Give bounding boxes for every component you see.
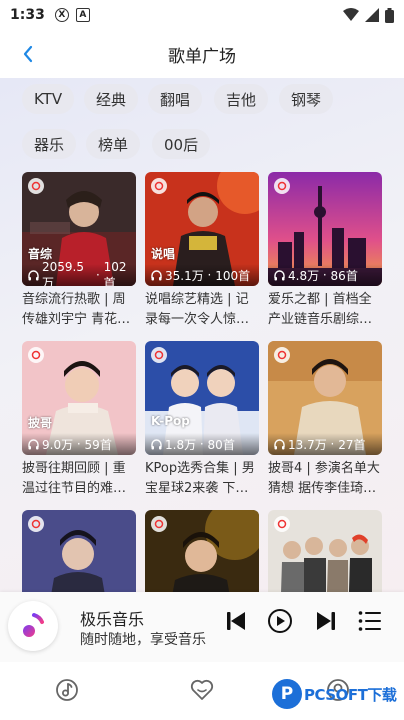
netease-logo-icon (274, 516, 290, 532)
track-count: 59首 (84, 437, 112, 452)
playlist-card[interactable]: 说唱 35.1万 · 100首 说唱综艺精选 | 记录每一次令人惊… (145, 172, 259, 330)
play-count: 9.0万 (42, 437, 74, 452)
playlist-cover[interactable]: 13.7万 · 27首 (268, 341, 382, 455)
playlist-title: 音综流行热歌 | 周传雄刘宇宁 青花… (22, 292, 131, 327)
headphones-icon (274, 269, 285, 281)
play-count: 2059.5万 (42, 259, 84, 287)
track-count: 86首 (330, 268, 358, 283)
playlist-card[interactable]: 音综 2059.5万 · 102首 音综流行热歌 | 周传雄刘宇宁 青花… (22, 172, 136, 330)
playlist-cover[interactable]: 4.8万 · 86首 (268, 172, 382, 286)
page-title: 歌单广场 (168, 46, 236, 67)
netease-logo-icon (151, 178, 167, 194)
play-stats: 4.8万 · 86首 (268, 264, 382, 286)
headphones-icon (151, 269, 162, 281)
playlist-button[interactable] (355, 606, 385, 636)
back-button[interactable] (16, 42, 40, 66)
play-icon (268, 609, 292, 633)
netease-logo-icon (274, 347, 290, 363)
play-stats: 1.8万 · 80首 (145, 433, 259, 455)
play-stats: 9.0万 · 59首 (22, 433, 136, 455)
playlist-cover[interactable]: 说唱 35.1万 · 100首 (145, 172, 259, 286)
play-stats: 35.1万 · 100首 (145, 264, 259, 286)
skip-previous-icon (227, 612, 245, 630)
playlist-cover[interactable]: 音综 2059.5万 · 102首 (22, 172, 136, 286)
tag-ktv[interactable]: KTV (22, 84, 75, 114)
netease-logo-icon (28, 178, 44, 194)
tag-guitar[interactable]: 吉他 (214, 84, 269, 114)
tag-instrumental[interactable]: 器乐 (22, 129, 77, 159)
watermark: P PCSOFT下载 (272, 678, 397, 710)
playlist-title: 爱乐之都 | 首档全产业链音乐剧综… (268, 292, 373, 327)
track-count: 102首 (103, 259, 127, 287)
netease-logo-icon (28, 347, 44, 363)
next-button[interactable] (311, 606, 341, 636)
tag-piano[interactable]: 钢琴 (279, 84, 334, 114)
play-count: 13.7万 (288, 437, 327, 452)
play-stats: 2059.5万 · 102首 (22, 260, 136, 286)
category-badge: 说唱 (151, 247, 176, 261)
headphones-icon (274, 438, 285, 450)
playlist-cover[interactable]: 披哥 9.0万 · 59首 (22, 341, 136, 455)
playlist-cover[interactable] (22, 510, 136, 592)
playlist-title: 披哥4 | 参演名单大猜想 据传李佳琦… (268, 461, 380, 496)
play-stats: 13.7万 · 27首 (268, 433, 382, 455)
playlist-card[interactable]: 披哥 9.0万 · 59首 披哥往期回顾 | 重温过往节目的难… (22, 341, 136, 499)
cell-signal-icon (365, 8, 379, 22)
netease-logo-icon (151, 516, 167, 532)
watermark-logo: P (272, 679, 302, 709)
tag-00s[interactable]: 00后 (152, 129, 211, 159)
playlist-cover[interactable] (268, 510, 382, 592)
track-count: 100首 (215, 268, 251, 283)
mini-player[interactable]: 极乐音乐 随时随地，享受音乐 (0, 592, 404, 662)
playlist-cover[interactable]: K-Pop 1.8万 · 80首 (145, 341, 259, 455)
play-count: 4.8万 (288, 268, 320, 283)
status-bar: 1:33 X A (0, 0, 404, 30)
playlist-card[interactable]: K-Pop 1.8万 · 80首 KPop选秀合集 | 男宝星球2来袭 下… (145, 341, 259, 499)
playlist-cover[interactable] (145, 510, 259, 592)
headphones-icon (151, 438, 162, 450)
tag-cover[interactable]: 翻唱 (148, 84, 203, 114)
previous-button[interactable] (221, 606, 251, 636)
heart-icon (190, 679, 214, 700)
player-slogan: 随时随地，享受音乐 (80, 632, 206, 648)
player-app-name: 极乐音乐 (80, 610, 145, 629)
netease-logo-icon (274, 178, 290, 194)
headphones-icon (28, 269, 39, 281)
category-badge: K-Pop (151, 414, 190, 428)
playlist-card[interactable] (145, 510, 259, 592)
track-count: 27首 (338, 437, 366, 452)
play-count: 35.1万 (165, 268, 204, 283)
play-count: 1.8万 (165, 437, 197, 452)
notification-x-icon: X (54, 8, 69, 22)
playlist-card[interactable] (22, 510, 136, 592)
playlist-card[interactable]: 4.8万 · 86首 爱乐之都 | 首档全产业链音乐剧综… (268, 172, 382, 330)
playlist-card[interactable]: 13.7万 · 27首 披哥4 | 参演名单大猜想 据传李佳琦… (268, 341, 382, 499)
tag-charts[interactable]: 榜单 (86, 129, 141, 159)
header: 歌单广场 (0, 30, 404, 78)
playlist-card[interactable] (268, 510, 382, 592)
playlist-plaza[interactable]: KTV 经典 翻唱 吉他 钢琴 器乐 榜单 00后 音综 2059.5万 · 1… (0, 78, 404, 592)
netease-logo-icon (151, 347, 167, 363)
app-logo-icon[interactable] (8, 601, 58, 651)
wifi-icon (343, 8, 359, 21)
playlist-title: 说唱综艺精选 | 记录每一次令人惊… (145, 292, 250, 327)
netease-logo-icon (28, 516, 44, 532)
music-disc-icon (56, 679, 78, 701)
battery-icon (385, 7, 394, 23)
tag-classic[interactable]: 经典 (84, 84, 139, 114)
skip-next-icon (317, 612, 335, 630)
track-count: 80首 (207, 437, 235, 452)
headphones-icon (28, 438, 39, 450)
notification-a-icon: A (75, 8, 90, 22)
nav-music[interactable] (53, 676, 81, 704)
status-time: 1:33 (10, 7, 45, 23)
watermark-text: PCSOFT下载 (304, 685, 397, 704)
playlist-title: 披哥往期回顾 | 重温过往节目的难… (22, 461, 127, 496)
playlist-title: KPop选秀合集 | 男宝星球2来袭 下… (145, 461, 255, 496)
chevron-left-icon (23, 45, 33, 63)
playlist-icon (358, 611, 381, 631)
play-button[interactable] (265, 606, 295, 636)
category-badge: 披哥 (28, 416, 53, 430)
nav-favorites[interactable] (188, 676, 216, 704)
